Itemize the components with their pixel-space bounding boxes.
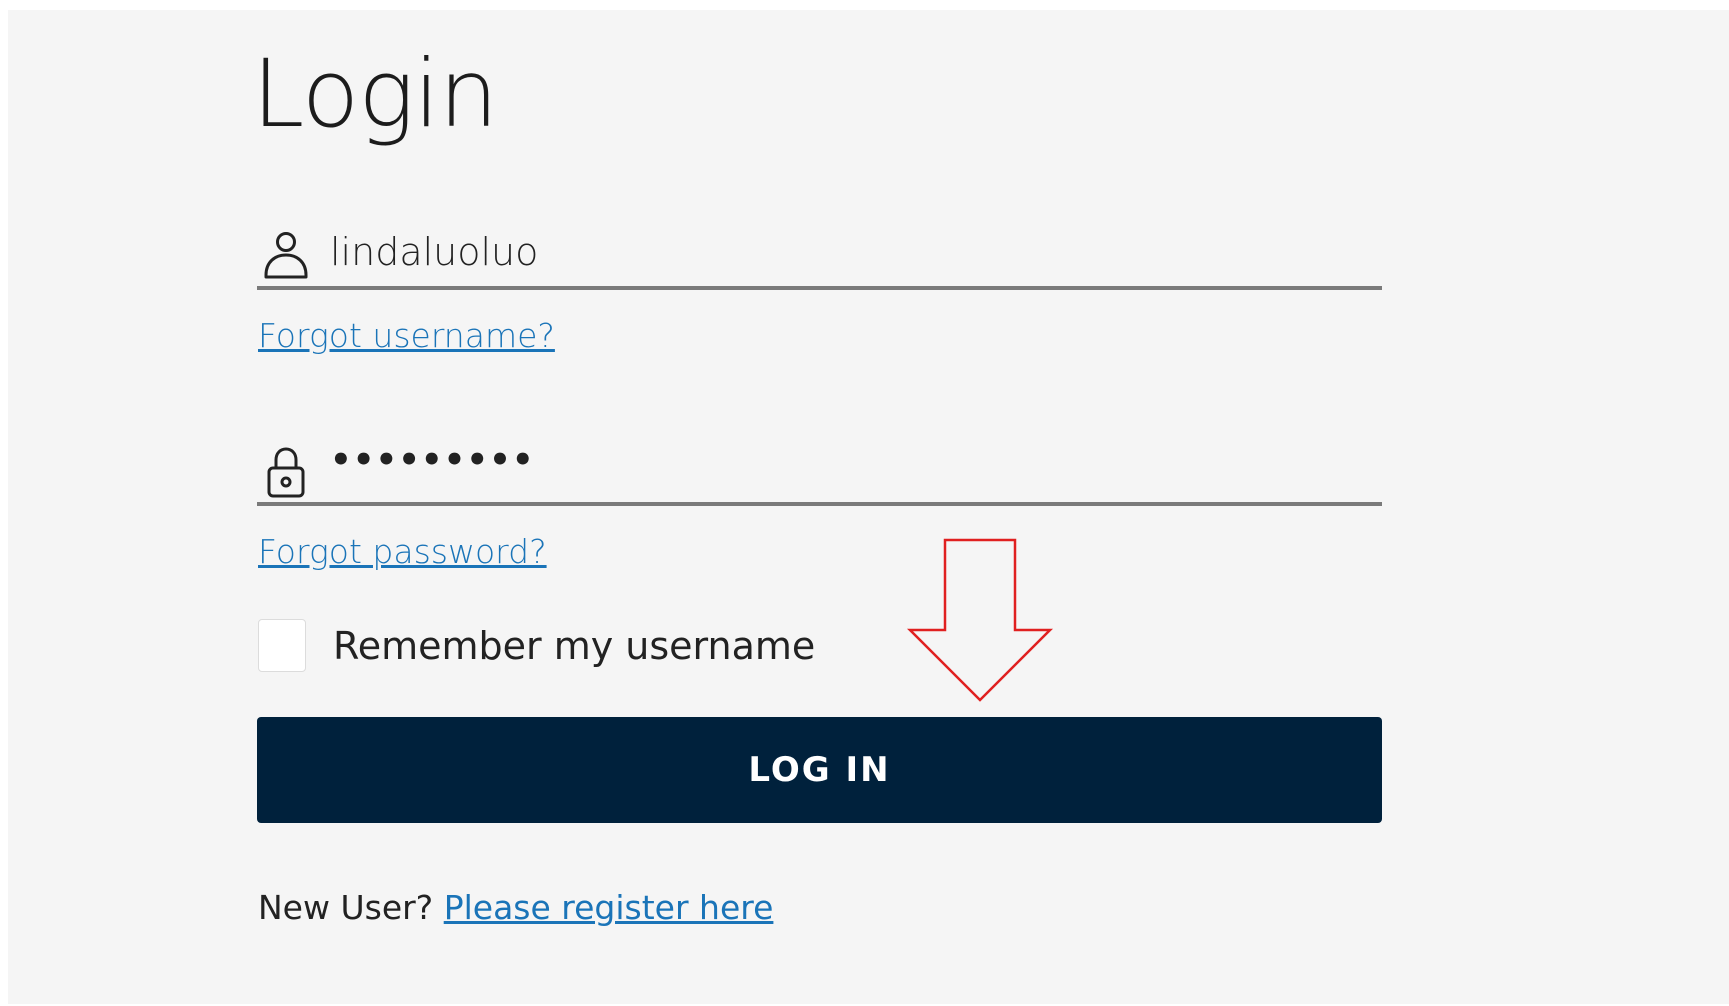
new-user-row: New User? Please register here (258, 888, 773, 927)
login-button[interactable]: LOG IN (257, 717, 1382, 823)
password-field[interactable]: ••••••••• (257, 426, 1382, 506)
remember-label[interactable]: Remember my username (333, 624, 815, 668)
password-value[interactable]: ••••••••• (330, 440, 535, 480)
register-link[interactable]: Please register here (444, 888, 774, 927)
down-arrow-icon (906, 538, 1054, 702)
page-background (8, 10, 1729, 1004)
forgot-password-link[interactable]: Forgot password? (258, 532, 547, 571)
remember-checkbox[interactable] (258, 619, 306, 672)
new-user-prompt: New User? (258, 888, 434, 927)
username-field[interactable]: lindaluoluo (257, 210, 1382, 290)
forgot-username-link[interactable]: Forgot username? (258, 316, 555, 355)
password-underline (257, 502, 1382, 506)
username-value[interactable]: lindaluoluo (330, 230, 538, 274)
user-icon (261, 228, 311, 284)
page-title: Login (252, 40, 498, 149)
username-underline (257, 286, 1382, 290)
lock-icon (261, 444, 311, 500)
